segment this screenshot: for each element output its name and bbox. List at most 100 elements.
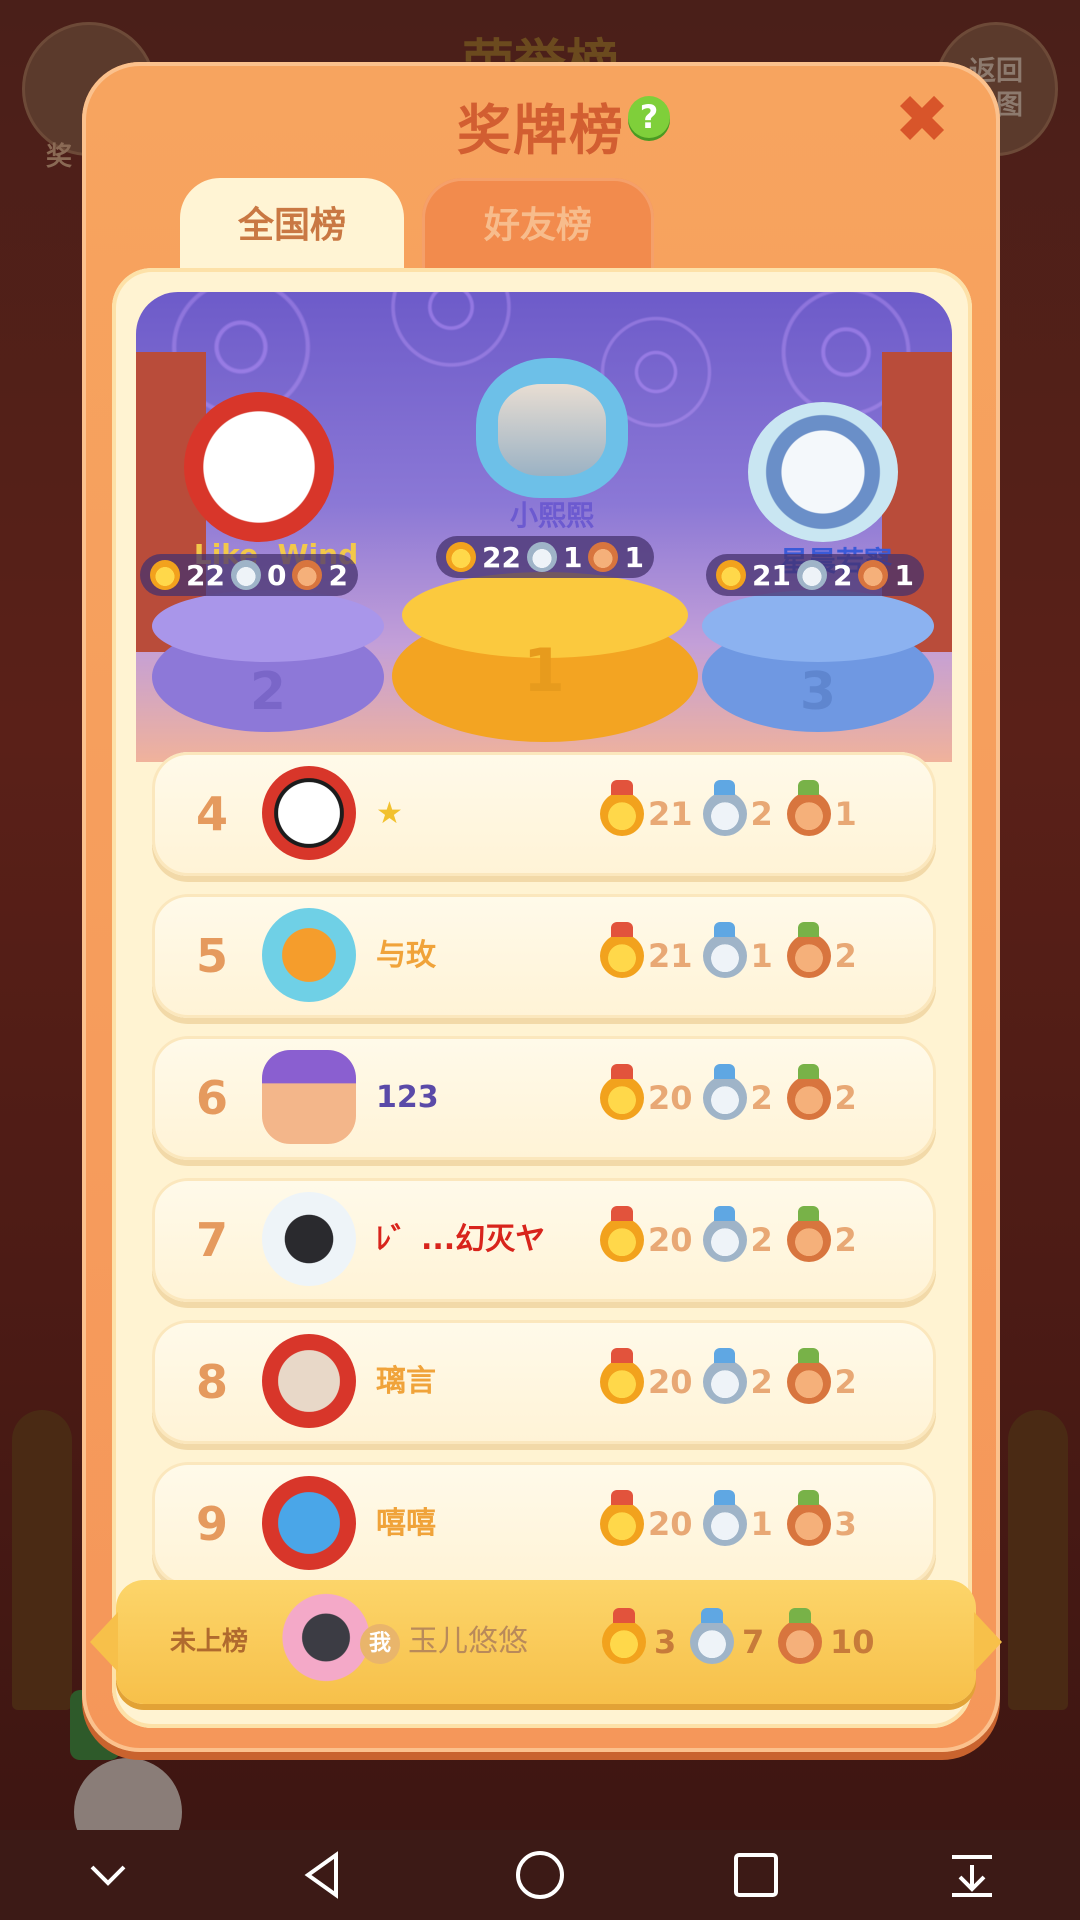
my-bronze-count: 10 (830, 1623, 875, 1661)
gold-medal-icon (600, 779, 644, 836)
bronze-medal-icon (786, 921, 831, 978)
medal-stats: 20 1 3 (600, 1462, 871, 1586)
recents-square-icon[interactable] (726, 1845, 786, 1905)
third-place-stats: 21 2 1 (706, 554, 924, 596)
player-avatar[interactable] (262, 766, 356, 860)
gold-medal-icon (600, 921, 644, 978)
pedestal-second-top (152, 590, 384, 662)
player-name: 123 (376, 1080, 439, 1115)
second-place-avatar[interactable] (184, 392, 334, 542)
bronze-count: 3 (834, 1505, 857, 1543)
player-avatar[interactable] (262, 1476, 356, 1570)
player-name: ﾚ゛...幻灭ヤ (376, 1222, 546, 1257)
medal-stats: 21 2 1 (600, 752, 871, 876)
my-name: 玉儿悠悠 (408, 1624, 528, 1659)
rank-row[interactable]: 9 嘻嘻 20 1 3 (152, 1462, 936, 1586)
rank-number: 8 (195, 1355, 228, 1409)
my-gold-count: 3 (654, 1623, 677, 1661)
podium-scene: 2 1 3 小熙熙 22 1 1 Like Wind 22 0 (136, 292, 952, 762)
silver-medal-icon (702, 779, 747, 836)
gold-medal-icon (600, 1489, 644, 1546)
collapse-chevron-icon[interactable] (78, 1845, 138, 1905)
first-place-photo (498, 384, 606, 476)
first-place-stats: 22 1 1 (436, 536, 654, 578)
silver-medal-icon (526, 542, 557, 572)
gold-medal-icon (716, 560, 746, 590)
gold-medal-icon (600, 1063, 644, 1120)
pedestal-third-top (702, 590, 934, 662)
rank-number: 7 (195, 1213, 228, 1267)
bronze-count: 2 (834, 1221, 857, 1259)
background-post-left (12, 1410, 72, 1710)
player-avatar[interactable] (262, 1050, 356, 1144)
bronze-medal-icon (786, 779, 831, 836)
me-badge: 我 (360, 1624, 400, 1664)
close-icon[interactable]: ✖ (894, 87, 950, 153)
rank-row[interactable]: 8 璃言 20 2 2 (152, 1320, 936, 1444)
player-name: ★ (376, 796, 403, 831)
second-gold-count: 22 (186, 558, 225, 592)
silver-medal-icon (230, 560, 261, 590)
silver-medal-icon (702, 1063, 747, 1120)
gold-medal-icon (600, 1347, 644, 1404)
rank-row[interactable]: 4 ★ 21 2 1 (152, 752, 936, 876)
first-gold-count: 22 (482, 540, 521, 574)
pedestal-second-number: 2 (249, 662, 287, 722)
my-rank-bar[interactable]: 未上榜 我 玉儿悠悠 3 7 10 (90, 1580, 1002, 1704)
second-silver-count: 0 (266, 558, 287, 592)
my-silver-count: 7 (742, 1623, 765, 1661)
notification-pull-icon[interactable] (942, 1845, 1002, 1905)
rank-number: 5 (195, 929, 228, 983)
medal-stats: 21 1 2 (600, 894, 871, 1018)
bronze-count: 2 (834, 1079, 857, 1117)
firework-decoration (386, 292, 516, 372)
pedestal-first-number: 1 (523, 636, 565, 706)
third-silver-count: 2 (832, 558, 853, 592)
bronze-medal-icon (786, 1347, 831, 1404)
dialog-title: 奖牌榜 (457, 99, 625, 162)
rank-number: 9 (195, 1497, 228, 1551)
rank-row[interactable]: 7 ﾚ゛...幻灭ヤ 20 2 2 (152, 1178, 936, 1302)
gold-count: 21 (648, 937, 693, 975)
my-rank-status: 未上榜 (170, 1627, 249, 1657)
rank-row[interactable]: 6 123 20 2 2 (152, 1036, 936, 1160)
gold-count: 20 (648, 1079, 693, 1117)
first-place-avatar[interactable] (476, 358, 628, 498)
bronze-medal-icon (858, 560, 889, 590)
second-place-stats: 22 0 2 (140, 554, 358, 596)
third-place-avatar[interactable] (748, 402, 898, 542)
home-circle-icon[interactable] (510, 1845, 570, 1905)
bronze-medal-icon (786, 1205, 831, 1262)
background-medal-label: 奖 (46, 142, 73, 172)
bronze-medal-icon (786, 1063, 831, 1120)
first-silver-count: 1 (562, 540, 583, 574)
player-avatar[interactable] (262, 908, 356, 1002)
gold-count: 20 (648, 1505, 693, 1543)
medal-stats: 20 2 2 (600, 1320, 871, 1444)
player-name: 嘻嘻 (376, 1506, 436, 1541)
silver-count: 2 (750, 795, 773, 833)
silver-count: 2 (750, 1079, 773, 1117)
player-name: 璃言 (376, 1364, 436, 1399)
rank-number: 6 (195, 1071, 228, 1125)
pedestal-third-number: 3 (799, 662, 837, 722)
silver-medal-icon (702, 1205, 747, 1262)
help-icon[interactable]: ? (628, 96, 670, 138)
first-bronze-count: 1 (624, 540, 644, 574)
gold-medal-icon (446, 542, 476, 572)
gold-medal-icon (602, 1607, 646, 1664)
gold-count: 20 (648, 1363, 693, 1401)
silver-medal-icon (690, 1607, 734, 1664)
medal-leaderboard-dialog: 奖牌榜 ? ✖ 全国榜 好友榜 2 1 3 小熙熙 22 1 1 22 0 2 … (82, 62, 1000, 1752)
my-medal-stats: 3 7 10 (602, 1580, 885, 1704)
gold-medal-icon (600, 1205, 644, 1262)
third-bronze-count: 1 (894, 558, 914, 592)
gold-medal-icon (150, 560, 180, 590)
back-triangle-icon[interactable] (294, 1845, 354, 1905)
medal-stats: 20 2 2 (600, 1178, 871, 1302)
player-avatar[interactable] (262, 1192, 356, 1286)
rank-row[interactable]: 5 与玫 21 1 2 (152, 894, 936, 1018)
player-avatar[interactable] (262, 1334, 356, 1428)
silver-medal-icon (702, 921, 747, 978)
silver-medal-icon (796, 560, 827, 590)
